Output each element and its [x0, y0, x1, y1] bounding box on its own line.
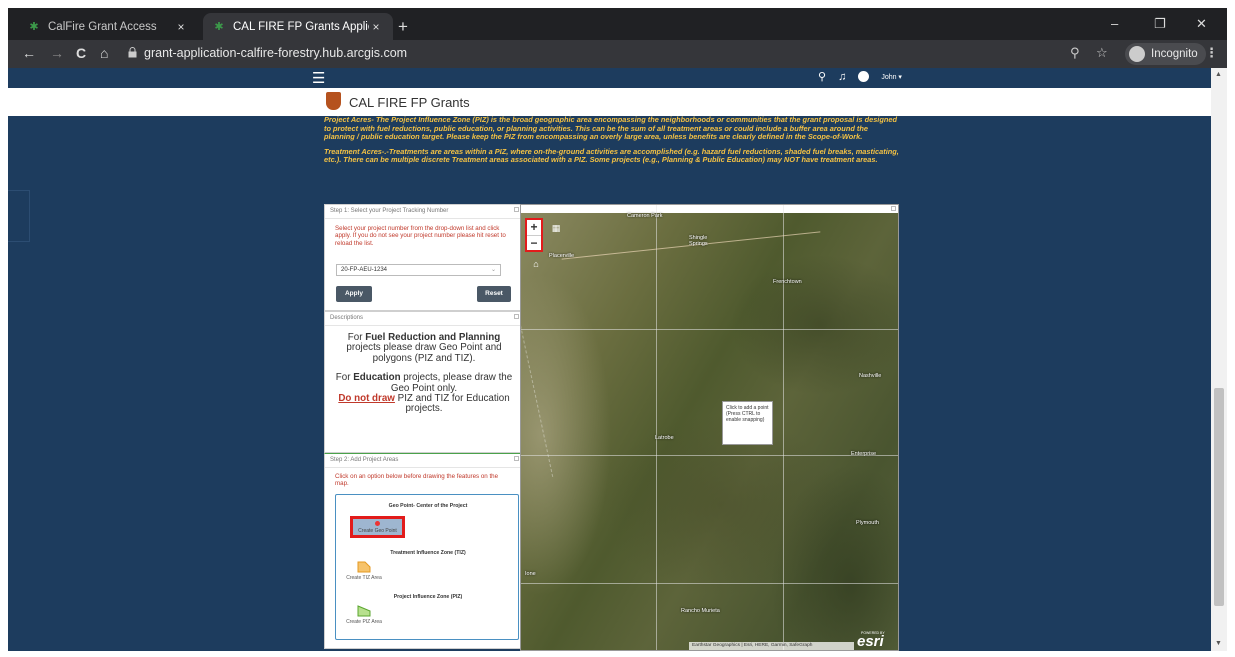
scrollbar-thumb[interactable]	[1214, 388, 1224, 606]
point-icon	[375, 521, 380, 526]
bell-icon[interactable]: ♫	[838, 71, 846, 83]
instructions-notes: Project Acres- The Project Influence Zon…	[324, 115, 899, 171]
map-label: Cameron Park	[627, 213, 663, 219]
calfire-favicon-icon: ✱	[29, 20, 39, 33]
user-menu[interactable]: John ▾	[881, 73, 902, 81]
chevron-down-icon: ⌄	[490, 267, 496, 273]
project-acres-note: Project Acres- The Project Influence Zon…	[324, 115, 898, 142]
browser-toolbar: ← → C ⌂ grant-application-calfire-forest…	[8, 40, 1227, 68]
site-header-icons: ⚲ ♫ John ▾	[818, 70, 902, 84]
treatment-acres-note: Treatment Acres-.-Treatments are areas w…	[324, 146, 899, 165]
selected-project-number: 20-FP-AEU-1234	[341, 267, 388, 273]
draw-tooltip: Click to add a point (Press CTRL to enab…	[722, 401, 773, 445]
step2-title: Step 2: Add Project Areas	[325, 454, 523, 468]
map-label: Latrobe	[655, 435, 674, 441]
home-button[interactable]: ⌂	[100, 45, 108, 61]
reload-button[interactable]: C	[76, 45, 86, 61]
create-tiz-button[interactable]: Create TIZ Area	[344, 561, 384, 581]
incognito-indicator[interactable]: Incognito	[1125, 43, 1206, 65]
map-label: Ione	[525, 571, 536, 577]
avatar[interactable]	[858, 71, 870, 82]
step1-panel: Step 1: Select your Project Tracking Num…	[324, 204, 524, 311]
basemap-gallery-icon[interactable]: ▦	[550, 222, 562, 234]
step1-title: Step 1: Select your Project Tracking Num…	[325, 205, 523, 219]
new-tab-button[interactable]: +	[398, 17, 408, 37]
reset-button[interactable]: Reset	[477, 286, 511, 302]
descriptions-panel: Descriptions For Fuel Reduction and Plan…	[324, 311, 524, 453]
calfire-shield-logo	[326, 92, 341, 110]
page-scrollbar[interactable]: ▲ ▼	[1211, 68, 1227, 651]
tiz-polygon-icon	[357, 561, 371, 573]
close-tab-icon[interactable]: ×	[174, 20, 188, 34]
tab-title: CAL FIRE FP Grants Application	[233, 20, 369, 33]
apply-button[interactable]: Apply	[336, 286, 372, 302]
maximize-icon[interactable]	[514, 314, 519, 319]
tab-title: CalFire Grant Access	[48, 20, 157, 33]
map-label: Plymouth	[856, 520, 879, 526]
map-label: Frenchtown	[773, 279, 802, 285]
draw-options-box: Geo Point- Center of the Project Create …	[335, 494, 519, 640]
step1-instruction: Select your project number from the drop…	[335, 225, 506, 247]
maximize-icon[interactable]	[891, 206, 896, 211]
restore-button[interactable]: ❐	[1154, 16, 1166, 32]
map-attribution: Earthstar Geographics | Esri, HERE, Garm…	[689, 642, 854, 650]
piz-header: Project Influence Zone (PIZ)	[393, 594, 463, 600]
step2-instruction: Click on an option below before drawing …	[335, 473, 499, 488]
map-label: Shingle Springs	[689, 235, 708, 247]
project-number-select[interactable]: 20-FP-AEU-1234 ⌄	[336, 264, 501, 276]
incognito-icon	[1129, 46, 1145, 62]
zoom-controls: + −	[525, 218, 543, 252]
create-piz-button[interactable]: Create PIZ Area	[344, 605, 384, 625]
brand-bar: CAL FIRE FP Grants	[8, 88, 1211, 116]
bookmark-star-icon[interactable]: ☆	[1096, 45, 1108, 61]
forward-button[interactable]: →	[50, 45, 64, 61]
maximize-icon[interactable]	[514, 207, 519, 212]
descriptions-title: Descriptions	[325, 312, 523, 326]
descriptions-body: For Fuel Reduction and Planning projects…	[335, 332, 513, 415]
maximize-icon[interactable]	[514, 456, 519, 461]
search-icon[interactable]: ⚲	[818, 70, 826, 83]
tab-calfire-grant-access[interactable]: ✱ CalFire Grant Access ×	[18, 13, 198, 40]
create-geo-point-label: Create Geo Point	[358, 528, 397, 534]
map-label: Nashville	[859, 373, 882, 379]
piz-polygon-icon	[357, 605, 371, 617]
incognito-label: Incognito	[1151, 48, 1198, 60]
close-tab-icon[interactable]: ×	[369, 20, 383, 34]
close-window-button[interactable]: ✕	[1196, 16, 1207, 32]
esri-logo: esri	[857, 633, 884, 650]
scroll-up-icon[interactable]: ▲	[1215, 71, 1222, 78]
site-title[interactable]: CAL FIRE FP Grants	[349, 95, 470, 110]
lock-icon	[128, 47, 137, 58]
minimize-button[interactable]: –	[1111, 16, 1118, 31]
zoom-icon[interactable]: ⚲	[1070, 45, 1080, 61]
step2-panel: Step 2: Add Project Areas Click on an op…	[324, 453, 524, 649]
map-label: Placerville	[549, 253, 575, 259]
zoom-in-button[interactable]: +	[527, 220, 541, 235]
map-view[interactable]: Cameron Park Placerville Shingle Springs…	[520, 204, 899, 651]
hamburger-menu-icon[interactable]: ☰	[312, 69, 325, 87]
map-label: Rancho Murieta	[681, 608, 720, 614]
do-not-draw-link[interactable]: Do not draw	[338, 393, 395, 404]
tab-fp-grants-application[interactable]: ✱ CAL FIRE FP Grants Application ×	[203, 13, 393, 40]
calfire-favicon-icon: ✱	[214, 20, 224, 33]
geo-point-header: Geo Point- Center of the Project	[388, 503, 468, 509]
address-bar[interactable]: grant-application-calfire-forestry.hub.a…	[144, 46, 407, 60]
home-extent-icon[interactable]: ⌂	[530, 258, 542, 270]
screenshot-frame: ✱ CalFire Grant Access × ✱ CAL FIRE FP G…	[0, 0, 1235, 657]
browser-menu-icon[interactable]: ⋮	[1205, 45, 1218, 61]
create-geo-point-button[interactable]: Create Geo Point	[350, 516, 405, 538]
side-panel-tab[interactable]	[8, 190, 30, 242]
map-label: Enterprise	[851, 451, 877, 457]
back-button[interactable]: ←	[22, 45, 36, 61]
site-header: ☰ ⚲ ♫ John ▾	[8, 68, 1211, 88]
zoom-out-button[interactable]: −	[527, 236, 541, 251]
tiz-header: Treatment Influence Zone (TIZ)	[390, 550, 466, 556]
scroll-down-icon[interactable]: ▼	[1215, 640, 1222, 647]
tab-strip: ✱ CalFire Grant Access × ✱ CAL FIRE FP G…	[8, 8, 1227, 40]
